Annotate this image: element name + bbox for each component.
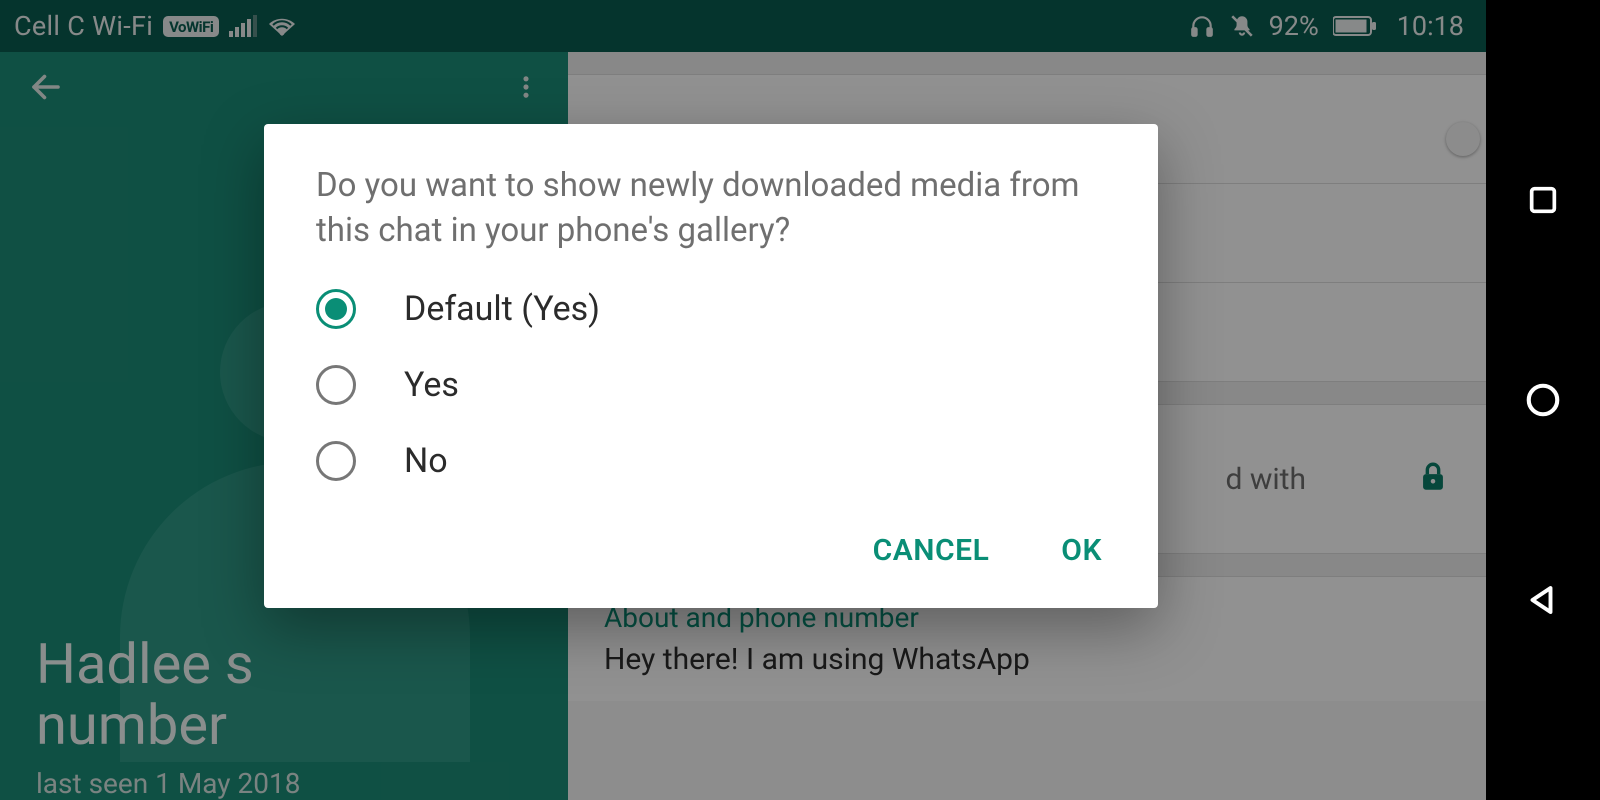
cancel-button[interactable]: CANCEL: [865, 523, 998, 578]
nav-recent-button[interactable]: [1513, 170, 1573, 230]
radio-unselected-icon: [316, 365, 356, 405]
nav-home-button[interactable]: [1513, 370, 1573, 430]
option-default-yes[interactable]: Default (Yes): [264, 271, 1158, 347]
ok-button[interactable]: OK: [1053, 523, 1110, 578]
dialog-title: Do you want to show newly downloaded med…: [264, 164, 1158, 271]
phone-screen: Cell C Wi-Fi VoWiFi 92% 10:18: [0, 0, 1486, 800]
option-yes[interactable]: Yes: [264, 347, 1158, 423]
option-label: Yes: [404, 365, 459, 405]
option-label: No: [404, 441, 448, 481]
radio-unselected-icon: [316, 441, 356, 481]
option-no[interactable]: No: [264, 423, 1158, 499]
option-label: Default (Yes): [404, 289, 600, 329]
media-visibility-dialog: Do you want to show newly downloaded med…: [264, 124, 1158, 608]
system-nav-bar: [1486, 0, 1600, 800]
radio-selected-icon: [316, 289, 356, 329]
nav-back-button[interactable]: [1513, 570, 1573, 630]
